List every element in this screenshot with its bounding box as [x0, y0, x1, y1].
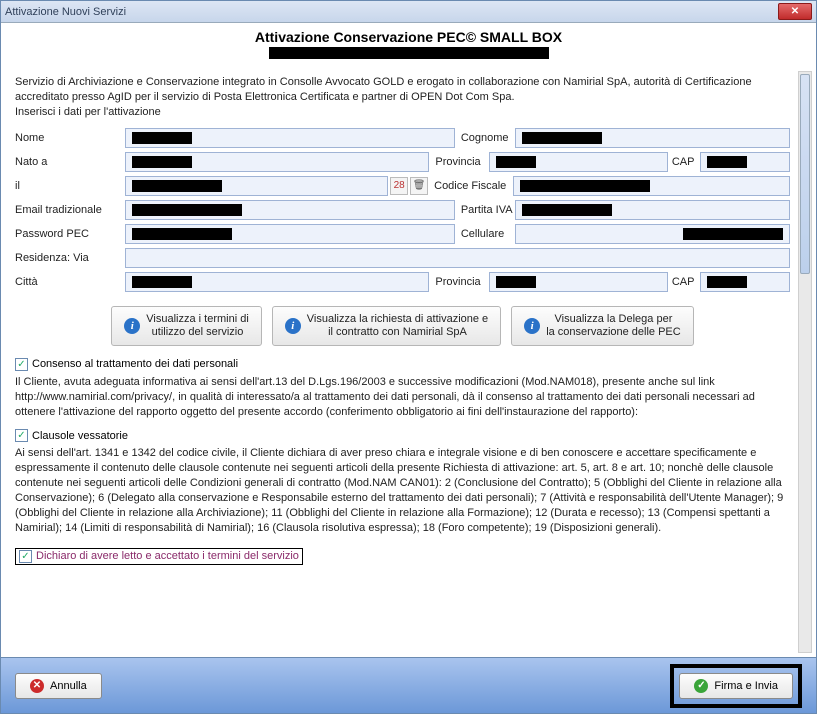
intro-text: Servizio di Archiviazione e Conservazion… [15, 75, 790, 105]
consent-privacy-label: Consenso al trattamento dei dati persona… [32, 358, 238, 370]
declare-label: Dichiaro di avere letto e accettato i te… [36, 550, 299, 562]
close-button[interactable]: ✕ [778, 3, 812, 20]
natoa-field[interactable] [125, 152, 429, 172]
data-nascita-field[interactable] [125, 176, 388, 196]
label-provincia2: Provincia [429, 276, 489, 288]
privacy-paragraph: Il Cliente, avuta adeguata informativa a… [9, 373, 796, 426]
scrollbar[interactable] [798, 71, 812, 653]
label-cognome: Cognome [455, 132, 515, 144]
info-icon: i [124, 318, 140, 334]
view-contract-button[interactable]: i Visualizza la richiesta di attivazione… [272, 306, 501, 346]
citta-field[interactable] [125, 272, 429, 292]
label-natoa: Nato a [15, 156, 125, 168]
view-delega-button[interactable]: i Visualizza la Delega per la conservazi… [511, 306, 694, 346]
submit-highlight: ✓ Firma e Invia [670, 664, 802, 708]
window-titlebar: Attivazione Nuovi Servizi ✕ [1, 1, 816, 23]
residenza-field[interactable] [125, 248, 790, 268]
cap-field[interactable] [700, 152, 790, 172]
nome-field[interactable] [125, 128, 455, 148]
page-heading: Attivazione Conservazione PEC© SMALL BOX [1, 29, 816, 45]
close-icon: ✕ [791, 6, 799, 17]
info-icon: i [524, 318, 540, 334]
label-password: Password PEC [15, 228, 125, 240]
provincia-field[interactable] [489, 152, 667, 172]
intro-instruction: Inserisci i dati per l'attivazione [15, 105, 790, 120]
clausole-checkbox[interactable]: ✓ [15, 429, 28, 442]
label-residenza: Residenza: Via [15, 252, 125, 264]
consent-privacy-checkbox[interactable]: ✓ [15, 358, 28, 371]
codfisc-field[interactable] [513, 176, 790, 196]
provincia2-field[interactable] [489, 272, 667, 292]
piva-field[interactable] [515, 200, 790, 220]
clausole-paragraph: Ai sensi dell'art. 1341 e 1342 del codic… [9, 444, 796, 541]
label-il: il [15, 180, 125, 192]
clausole-label: Clausole vessatorie [32, 430, 128, 442]
label-provincia: Provincia [429, 156, 489, 168]
label-cap2: CAP [668, 276, 700, 288]
label-nome: Nome [15, 132, 125, 144]
trash-icon[interactable]: 🗑 [410, 177, 428, 195]
cancel-icon: ✕ [30, 679, 44, 693]
email-field[interactable] [125, 200, 455, 220]
cognome-field[interactable] [515, 128, 790, 148]
content-area: Servizio di Archiviazione e Conservazion… [9, 71, 796, 653]
label-piva: Partita IVA [455, 204, 515, 216]
redacted-subtitle [269, 47, 549, 59]
scrollbar-thumb[interactable] [800, 74, 810, 274]
window-title: Attivazione Nuovi Servizi [5, 6, 778, 18]
label-email: Email tradizionale [15, 204, 125, 216]
cancel-button[interactable]: ✕ Annulla [15, 673, 102, 699]
password-field[interactable] [125, 224, 455, 244]
submit-button[interactable]: ✓ Firma e Invia [679, 673, 793, 699]
declare-checkbox[interactable]: ✓ [19, 550, 32, 563]
footer-bar: ✕ Annulla ✓ Firma e Invia [1, 657, 816, 713]
label-cellulare: Cellulare [455, 228, 515, 240]
label-codfisc: Codice Fiscale [428, 180, 513, 192]
cellulare-field[interactable] [515, 224, 790, 244]
ok-icon: ✓ [694, 679, 708, 693]
info-icon: i [285, 318, 301, 334]
calendar-icon[interactable]: 28 [390, 177, 408, 195]
label-cap: CAP [668, 156, 700, 168]
label-citta: Città [15, 276, 125, 288]
cap2-field[interactable] [700, 272, 790, 292]
view-terms-button[interactable]: i Visualizza i termini di utilizzo del s… [111, 306, 262, 346]
